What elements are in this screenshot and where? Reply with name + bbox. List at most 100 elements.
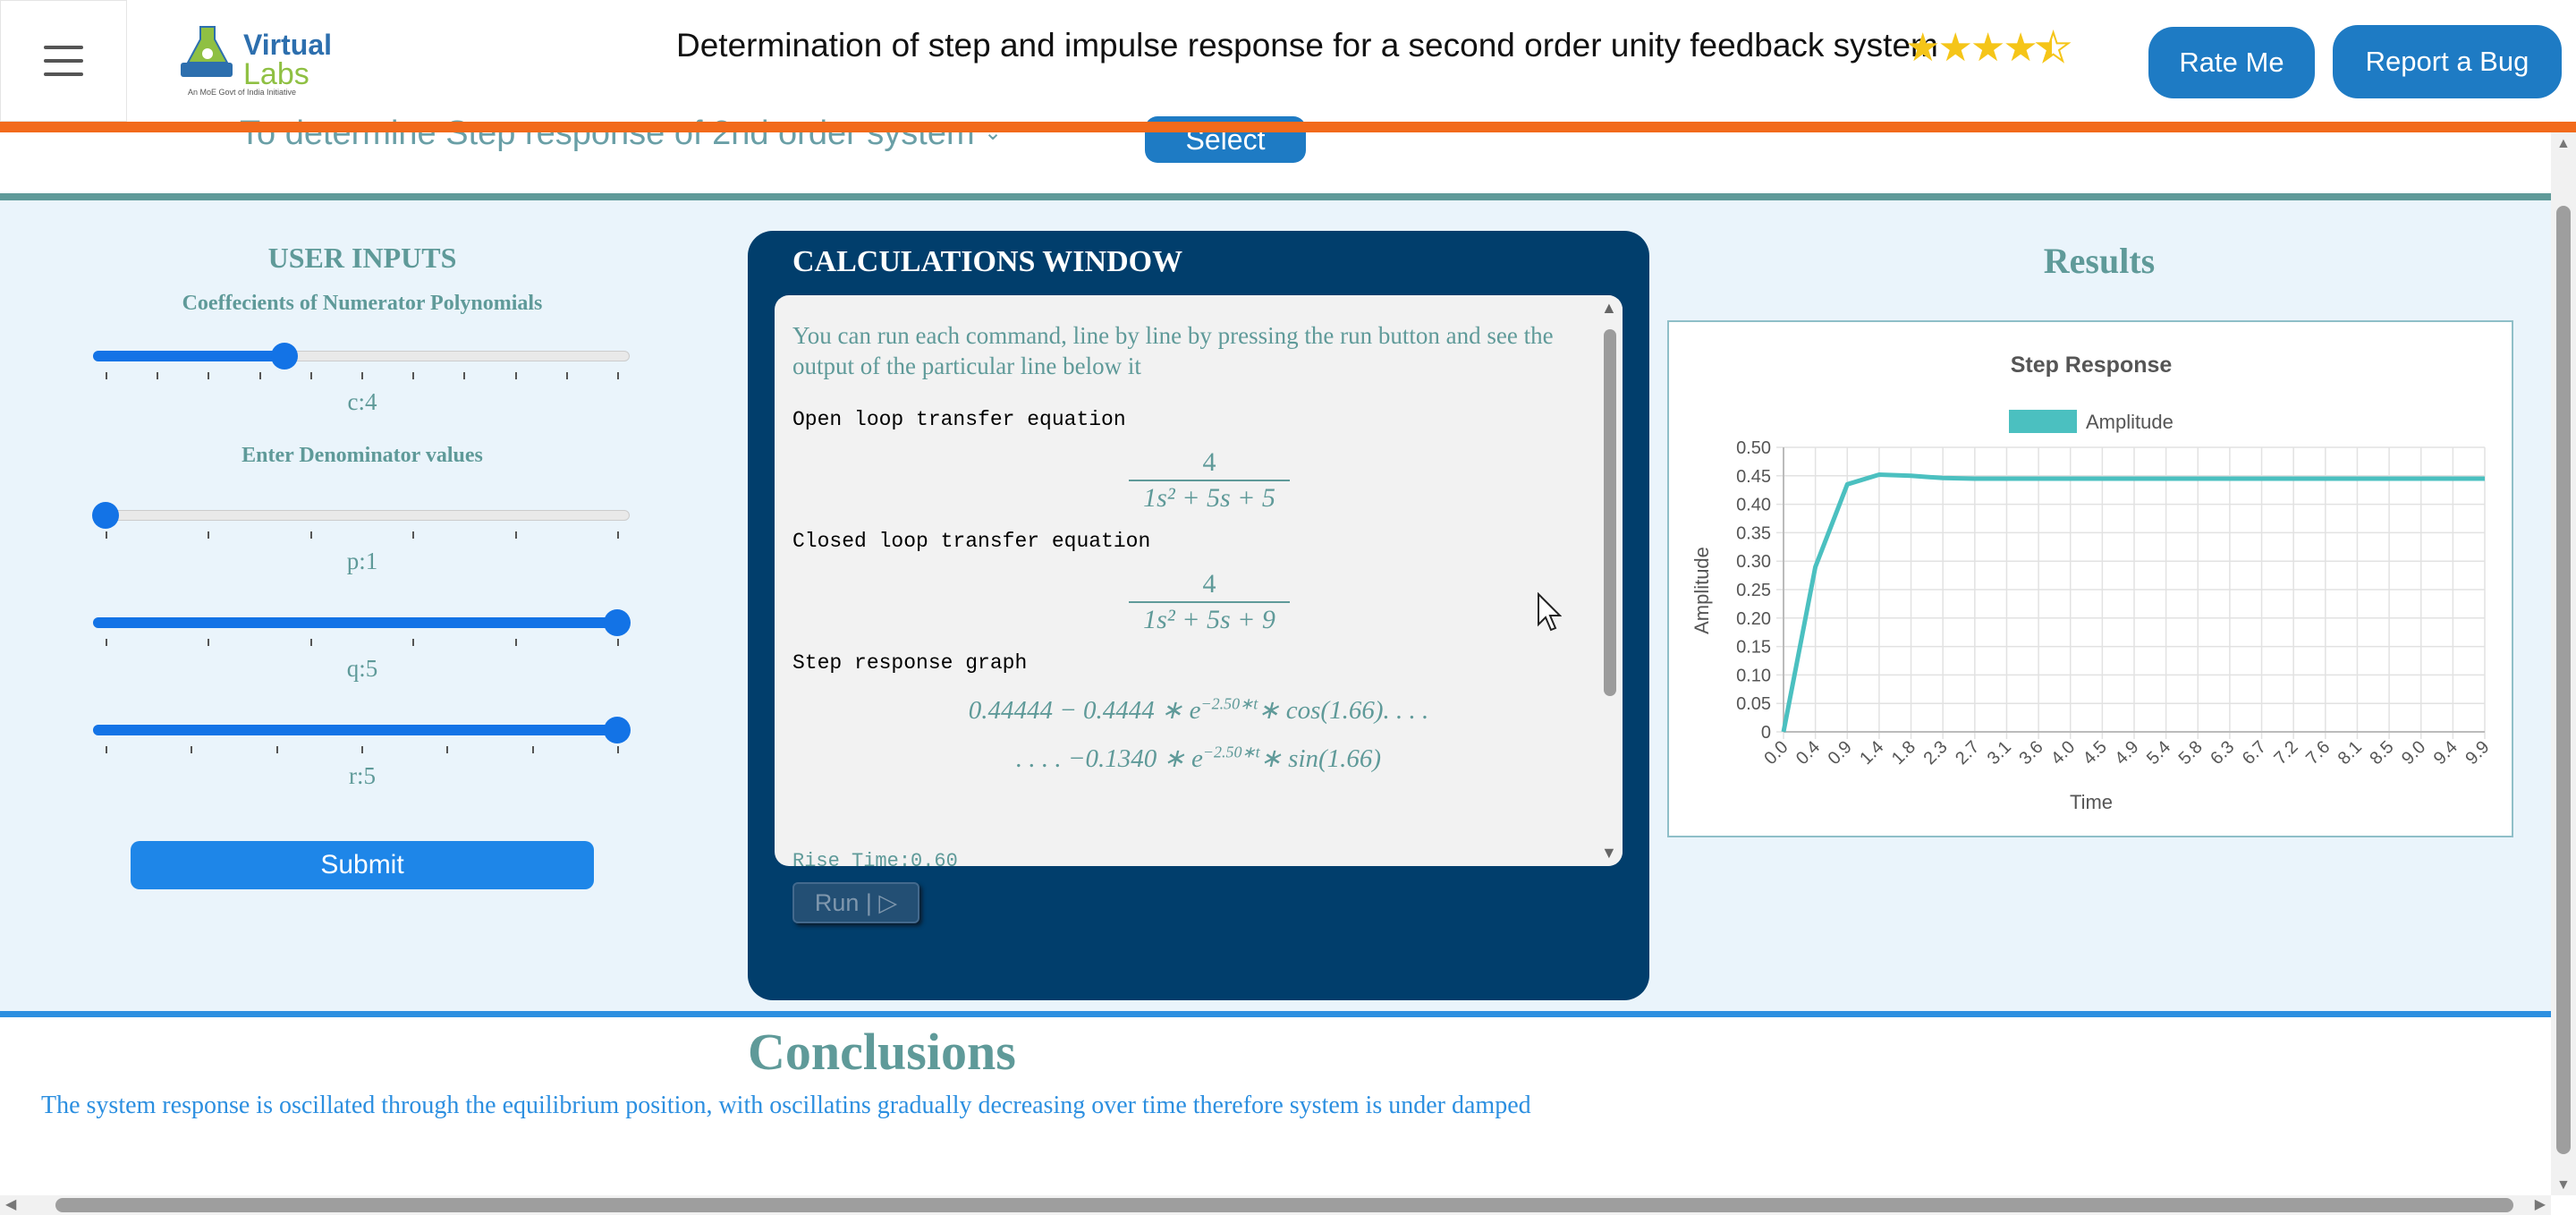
slider-thumb[interactable]	[604, 609, 631, 636]
header-divider	[0, 122, 2576, 132]
x-tick-label: 9.9	[2462, 737, 2493, 769]
star-icon[interactable]: ★	[2003, 26, 2038, 70]
scroll-right-icon[interactable]: ▶	[2535, 1195, 2546, 1213]
page-title: Determination of step and impulse respon…	[676, 27, 1938, 64]
scroll-down-icon[interactable]: ▼	[1601, 844, 1617, 862]
slider-q-value: q:5	[346, 655, 378, 682]
eq2-part-b: ∗ sin(1.66)	[1259, 744, 1382, 773]
star-icon[interactable]: ★	[1937, 26, 1972, 70]
star-icon[interactable]: ★	[1970, 26, 2005, 70]
hamburger-menu-icon[interactable]	[0, 0, 127, 122]
slider-thumb[interactable]	[271, 343, 299, 370]
x-tick-label: 9.4	[2430, 737, 2462, 769]
logo-tagline: An MoE Govt of India Initiative	[188, 88, 297, 97]
scroll-thumb[interactable]	[2556, 206, 2571, 1154]
x-tick-label: 3.6	[2015, 737, 2046, 769]
closed-loop-equation: 4 1s² + 5s + 9	[1129, 569, 1290, 635]
denominator-heading: Enter Denominator values	[242, 444, 483, 467]
page-vertical-scrollbar[interactable]: ▲ ▼	[2551, 132, 2576, 1195]
calculations-output[interactable]: You can run each command, line by line b…	[775, 295, 1623, 866]
user-inputs-heading: USER INPUTS	[267, 242, 457, 274]
step-response-chart: Step Response Amplitude 0 0.05 0.10 0.15 0.20 0…	[1667, 320, 2513, 837]
open-loop-equation: 4 1s² + 5s + 5	[1129, 447, 1290, 514]
scroll-left-icon[interactable]: ◀	[5, 1195, 16, 1213]
y-tick-label: 0.45	[1736, 467, 1771, 487]
x-tick-label: 4.5	[2080, 737, 2111, 769]
section-divider	[0, 193, 2551, 200]
numerator-heading: Coeffecients of Numerator Polynomials	[182, 292, 543, 315]
x-tick-label: 5.4	[2143, 737, 2174, 769]
y-tick-label: 0.30	[1736, 552, 1771, 572]
x-tick-label: 2.3	[1919, 737, 1951, 769]
x-tick-label: 7.2	[2270, 737, 2301, 769]
user-inputs-panel: USER INPUTS Coeffecients of Numerator Po…	[54, 215, 671, 930]
eq1-part-b: ∗ cos(1.66). . . .	[1258, 696, 1429, 725]
scroll-down-icon[interactable]: ▼	[2556, 1177, 2571, 1194]
scroll-up-icon[interactable]: ▲	[1601, 299, 1617, 318]
star-icon[interactable]: ★	[1905, 26, 1940, 70]
scroll-up-icon[interactable]: ▲	[2556, 136, 2571, 152]
slider-q[interactable]	[93, 609, 631, 646]
step-response-label: Step response graph	[792, 651, 1028, 675]
conclusions-divider	[0, 1011, 2551, 1017]
slider-r-value: r:5	[349, 762, 376, 789]
calc-intro: You can run each command, line by line b…	[792, 322, 1554, 379]
x-tick-label: 0.4	[1792, 737, 1824, 769]
x-tick-label: 6.3	[2207, 737, 2238, 769]
x-tick-label: 4.9	[2111, 737, 2142, 769]
closed-loop-numerator: 4	[1202, 569, 1216, 599]
virtual-labs-logo[interactable]: Virtual Labs An MoE Govt of India Initia…	[175, 16, 332, 106]
header: Virtual Labs An MoE Govt of India Initia…	[0, 0, 2576, 122]
half-star-icon[interactable]: ★	[2035, 25, 2072, 71]
closed-loop-denominator: 1s² + 5s + 9	[1129, 601, 1290, 635]
x-tick-label: 1.8	[1888, 737, 1919, 769]
chart-title: Step Response	[2011, 353, 2173, 378]
x-tick-label: 3.1	[1984, 737, 2015, 769]
rating-stars[interactable]: ★★★★★	[1905, 25, 2072, 71]
scroll-thumb[interactable]	[1604, 329, 1616, 696]
slider-thumb[interactable]	[92, 502, 119, 529]
y-tick-label: 0.10	[1736, 666, 1771, 685]
scroll-thumb[interactable]	[55, 1198, 2513, 1212]
conclusions-title: Conclusions	[748, 1023, 1016, 1081]
y-tick-label: 0.25	[1736, 581, 1771, 600]
slider-c-value: c:4	[347, 388, 377, 415]
mouse-cursor-icon	[1538, 592, 1562, 632]
slider-p-value: p:1	[346, 548, 378, 574]
report-bug-button[interactable]: Report a Bug	[2333, 25, 2562, 98]
slider-thumb[interactable]	[604, 717, 631, 743]
eq1-exponent: −2.50∗t	[1200, 694, 1258, 713]
calc-scrollbar[interactable]: ▲ ▼	[1596, 295, 1623, 866]
open-loop-denominator: 1s² + 5s + 5	[1129, 480, 1290, 514]
closed-loop-label: Closed loop transfer equation	[792, 530, 1151, 553]
eq1-part-a: 0.44444 − 0.4444 ∗ e	[968, 696, 1201, 725]
y-tick-label: 0.35	[1736, 523, 1771, 543]
results-title: Results	[2043, 241, 2156, 281]
x-tick-label: 2.7	[1952, 737, 1983, 769]
x-tick-label: 6.7	[2239, 737, 2270, 769]
x-axis-label: Time	[2070, 791, 2113, 813]
slider-r[interactable]	[93, 717, 631, 753]
rise-time: Rise Time:0.60	[792, 850, 958, 866]
y-tick-label: 0.20	[1736, 609, 1771, 629]
run-button[interactable]: Run | ▷	[792, 882, 919, 923]
step-equation-line2: . . . . −0.1340 ∗ e−2.50∗t∗ sin(1.66)	[775, 743, 1623, 774]
x-tick-label: 0.9	[1825, 737, 1856, 769]
chart-svg: Step Response Amplitude 0 0.05 0.10 0.15 0.20 0…	[1690, 353, 2494, 813]
step-equation-line1: 0.44444 − 0.4444 ∗ e−2.50∗t∗ cos(1.66). …	[775, 694, 1623, 726]
submit-button[interactable]: Submit	[131, 841, 594, 889]
open-loop-label: Open loop transfer equation	[792, 408, 1126, 431]
x-tick-label: 5.8	[2175, 737, 2207, 769]
x-tick-label: 7.6	[2302, 737, 2334, 769]
rate-me-button[interactable]: Rate Me	[2148, 27, 2315, 98]
calculations-window: CALCULATIONS WINDOW You can run each com…	[748, 231, 1649, 1000]
slider-c[interactable]	[93, 343, 630, 379]
experiment-select[interactable]: To determine Step response of 2nd order …	[240, 115, 975, 153]
slider-p[interactable]	[92, 502, 630, 539]
open-loop-numerator: 4	[1202, 447, 1216, 477]
page-horizontal-scrollbar[interactable]: ◀ ▶	[0, 1195, 2551, 1215]
y-tick-label: 0	[1761, 723, 1771, 743]
y-axis-label: Amplitude	[1690, 547, 1713, 634]
x-tick-label: 4.0	[2047, 737, 2079, 769]
flask-icon	[181, 26, 233, 77]
